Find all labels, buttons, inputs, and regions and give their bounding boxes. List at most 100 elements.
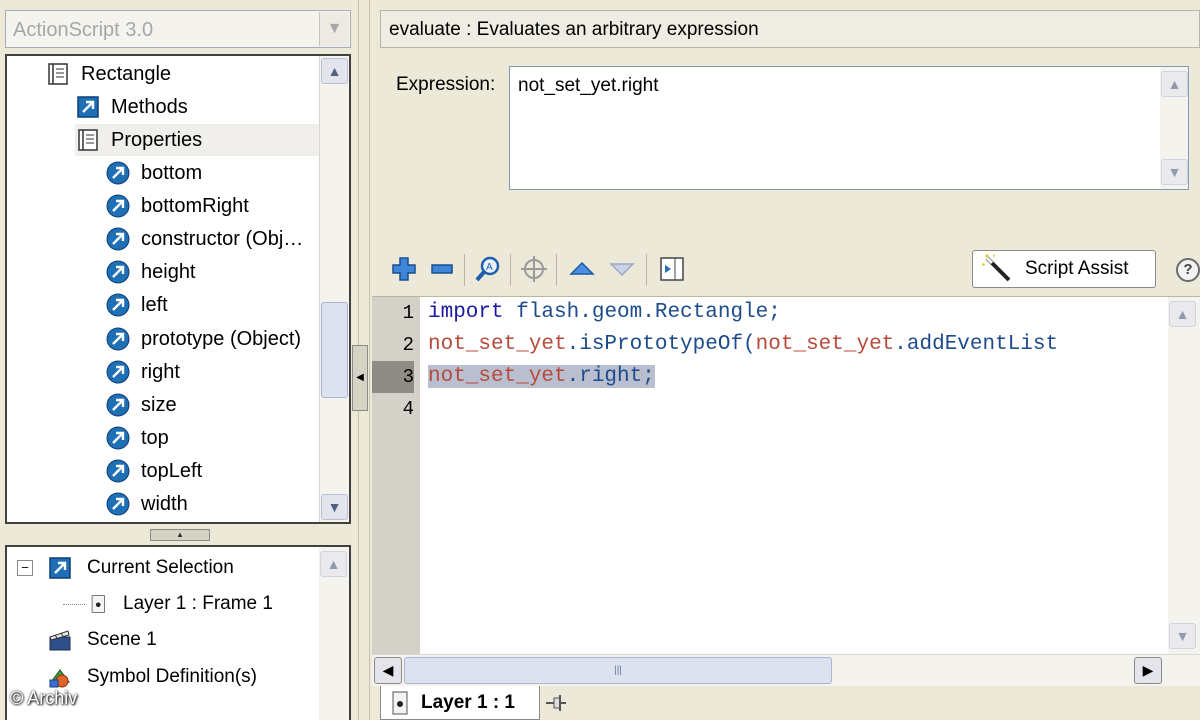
expression-label: Expression: xyxy=(396,74,496,95)
actions-toolbox-panel: ActionScript 3.0 ▼ Rectangle Methods Pro… xyxy=(0,0,358,720)
properties-book-icon xyxy=(78,129,98,151)
add-statement-button[interactable] xyxy=(388,254,420,286)
code-line[interactable]: not_set_yet.isPrototypeOf(not_set_yet.ad… xyxy=(428,329,1058,361)
code-selection[interactable]: not_set_yet.right; xyxy=(428,365,655,388)
scroll-up-icon[interactable]: ▲ xyxy=(1169,301,1196,327)
expression-scrollbar[interactable]: ▲ ▼ xyxy=(1160,67,1188,189)
tree-item-properties[interactable]: Properties xyxy=(75,124,321,156)
property-icon xyxy=(106,492,130,516)
property-icon xyxy=(106,459,130,483)
tree-item-methods[interactable]: Methods xyxy=(75,91,349,123)
tree-item-top[interactable]: top xyxy=(105,422,349,454)
tree-item-label: left xyxy=(141,293,168,316)
line-number: 4 xyxy=(402,398,414,420)
code-line[interactable]: not_set_yet.right; xyxy=(428,361,655,393)
nav-item-label: Current Selection xyxy=(87,557,234,578)
scroll-right-icon[interactable]: ▶ xyxy=(1134,657,1162,684)
insert-target-path-button[interactable] xyxy=(518,254,550,286)
script-tab-bar: Layer 1 : 1 xyxy=(372,686,1200,720)
scroll-down-icon[interactable]: ▼ xyxy=(1161,159,1188,185)
tree-item-left[interactable]: left xyxy=(105,289,349,321)
tree-item-bottom[interactable]: bottom xyxy=(105,157,349,189)
scroll-up-icon[interactable]: ▲ xyxy=(321,58,348,84)
tree-item-bottomright[interactable]: bottomRight xyxy=(105,190,349,222)
find-button[interactable]: A xyxy=(472,254,504,286)
toolbar-separator xyxy=(510,254,511,286)
panel-toggle-icon xyxy=(660,257,684,281)
navigator-scrollbar[interactable]: ▲ xyxy=(319,547,349,720)
code-token: import xyxy=(428,301,504,324)
code-line[interactable]: import flash.geom.Rectangle; xyxy=(428,297,781,329)
scroll-down-icon[interactable]: ▼ xyxy=(321,494,348,520)
move-up-button[interactable] xyxy=(566,254,598,286)
find-magnifier-icon: A xyxy=(475,256,500,282)
tree-item-label: Rectangle xyxy=(81,62,172,85)
property-icon xyxy=(106,227,130,251)
tree-item-rectangle[interactable]: Rectangle xyxy=(45,58,349,90)
toolbar-separator xyxy=(464,254,465,286)
actions-editor-panel: evaluate : Evaluates an arbitrary expres… xyxy=(372,0,1200,720)
delete-statement-button[interactable] xyxy=(426,254,458,286)
editor-horizontal-scrollbar[interactable]: ◀ ||| ▶ xyxy=(372,654,1200,686)
script-editor[interactable]: 1 2 3 4 import flash.geom.Rectangle; not_… xyxy=(372,296,1200,655)
code-area[interactable]: import flash.geom.Rectangle; not_set_yet.… xyxy=(428,297,1164,655)
tree-item-constructor[interactable]: constructor (Obj… xyxy=(105,223,349,255)
tree-item-label: width xyxy=(141,492,188,515)
code-token: .isPrototypeOf( xyxy=(566,333,756,356)
tab-layer-1[interactable]: Layer 1 : 1 xyxy=(380,686,540,720)
frame-icon xyxy=(392,691,408,714)
tree-connector xyxy=(63,603,85,605)
tree-item-width[interactable]: width xyxy=(105,488,349,520)
pin-script-icon[interactable] xyxy=(544,692,568,714)
editor-vertical-scrollbar[interactable]: ▲ ▼ xyxy=(1168,297,1200,655)
expression-field[interactable]: not_set_yet.right ▲ ▼ xyxy=(509,66,1189,190)
move-down-button[interactable] xyxy=(606,254,638,286)
nav-item-scene[interactable]: Scene 1 xyxy=(47,627,157,653)
scroll-down-icon[interactable]: ▼ xyxy=(1169,623,1196,649)
property-icon xyxy=(106,161,130,185)
horizontal-scroll-thumb[interactable]: ||| xyxy=(404,657,832,684)
code-line-content: import flash.geom.Rectangle; xyxy=(428,301,781,324)
language-select[interactable]: ActionScript 3.0 ▼ xyxy=(5,10,351,48)
frame-icon xyxy=(91,595,105,613)
copyright-watermark: © Archiv xyxy=(10,688,78,708)
script-assist-label: Script Assist xyxy=(1025,258,1129,279)
property-icon xyxy=(106,360,130,384)
scene-clapper-icon xyxy=(49,630,71,651)
magic-wand-icon xyxy=(982,254,1011,282)
property-icon xyxy=(106,293,130,317)
collapse-panel-icon[interactable]: ◀ xyxy=(352,345,368,411)
tree-item-topleft[interactable]: topLeft xyxy=(105,455,349,487)
property-icon xyxy=(106,327,130,351)
svg-text:A: A xyxy=(486,262,493,273)
tree-item-height[interactable]: height xyxy=(105,256,349,288)
tree-item-label: topLeft xyxy=(141,459,203,482)
chevron-down-icon[interactable]: ▼ xyxy=(319,12,349,46)
scroll-up-icon[interactable]: ▲ xyxy=(320,551,347,577)
minus-icon xyxy=(431,264,453,274)
tree-item-size[interactable]: size xyxy=(105,389,349,421)
language-select-value: ActionScript 3.0 xyxy=(13,19,154,41)
tree-scroll-thumb[interactable] xyxy=(321,302,348,398)
line-number-gutter: 1 2 3 4 xyxy=(372,297,420,655)
panel-splitter-handle[interactable]: ▲ xyxy=(150,529,210,541)
collapse-panel-button[interactable] xyxy=(656,254,688,286)
code-token: .right; xyxy=(566,365,655,388)
tree-item-right[interactable]: right xyxy=(105,356,349,388)
nav-item-layer-frame[interactable]: Layer 1 : Frame 1 xyxy=(63,591,273,617)
nav-item-label: Symbol Definition(s) xyxy=(87,666,257,687)
tree-item-label: prototype (Object) xyxy=(141,327,302,350)
tree-item-label: height xyxy=(141,260,196,283)
help-icon[interactable]: ? xyxy=(1176,258,1200,282)
tree-item-label: bottom xyxy=(141,161,203,184)
scroll-left-icon[interactable]: ◀ xyxy=(374,657,402,684)
nav-item-current-selection[interactable]: − Current Selection xyxy=(17,555,234,581)
tree-item-prototype[interactable]: prototype (Object) xyxy=(105,323,349,355)
line-number: 2 xyxy=(402,334,414,356)
scroll-up-icon[interactable]: ▲ xyxy=(1161,71,1188,97)
tree-scrollbar[interactable]: ▲ ▼ xyxy=(319,56,349,522)
script-assist-button[interactable]: Script Assist xyxy=(972,250,1156,288)
collapse-toggle-icon[interactable]: − xyxy=(17,560,33,576)
nav-item-symbol-definitions[interactable]: Symbol Definition(s) xyxy=(47,664,257,690)
current-selection-icon xyxy=(49,557,71,579)
